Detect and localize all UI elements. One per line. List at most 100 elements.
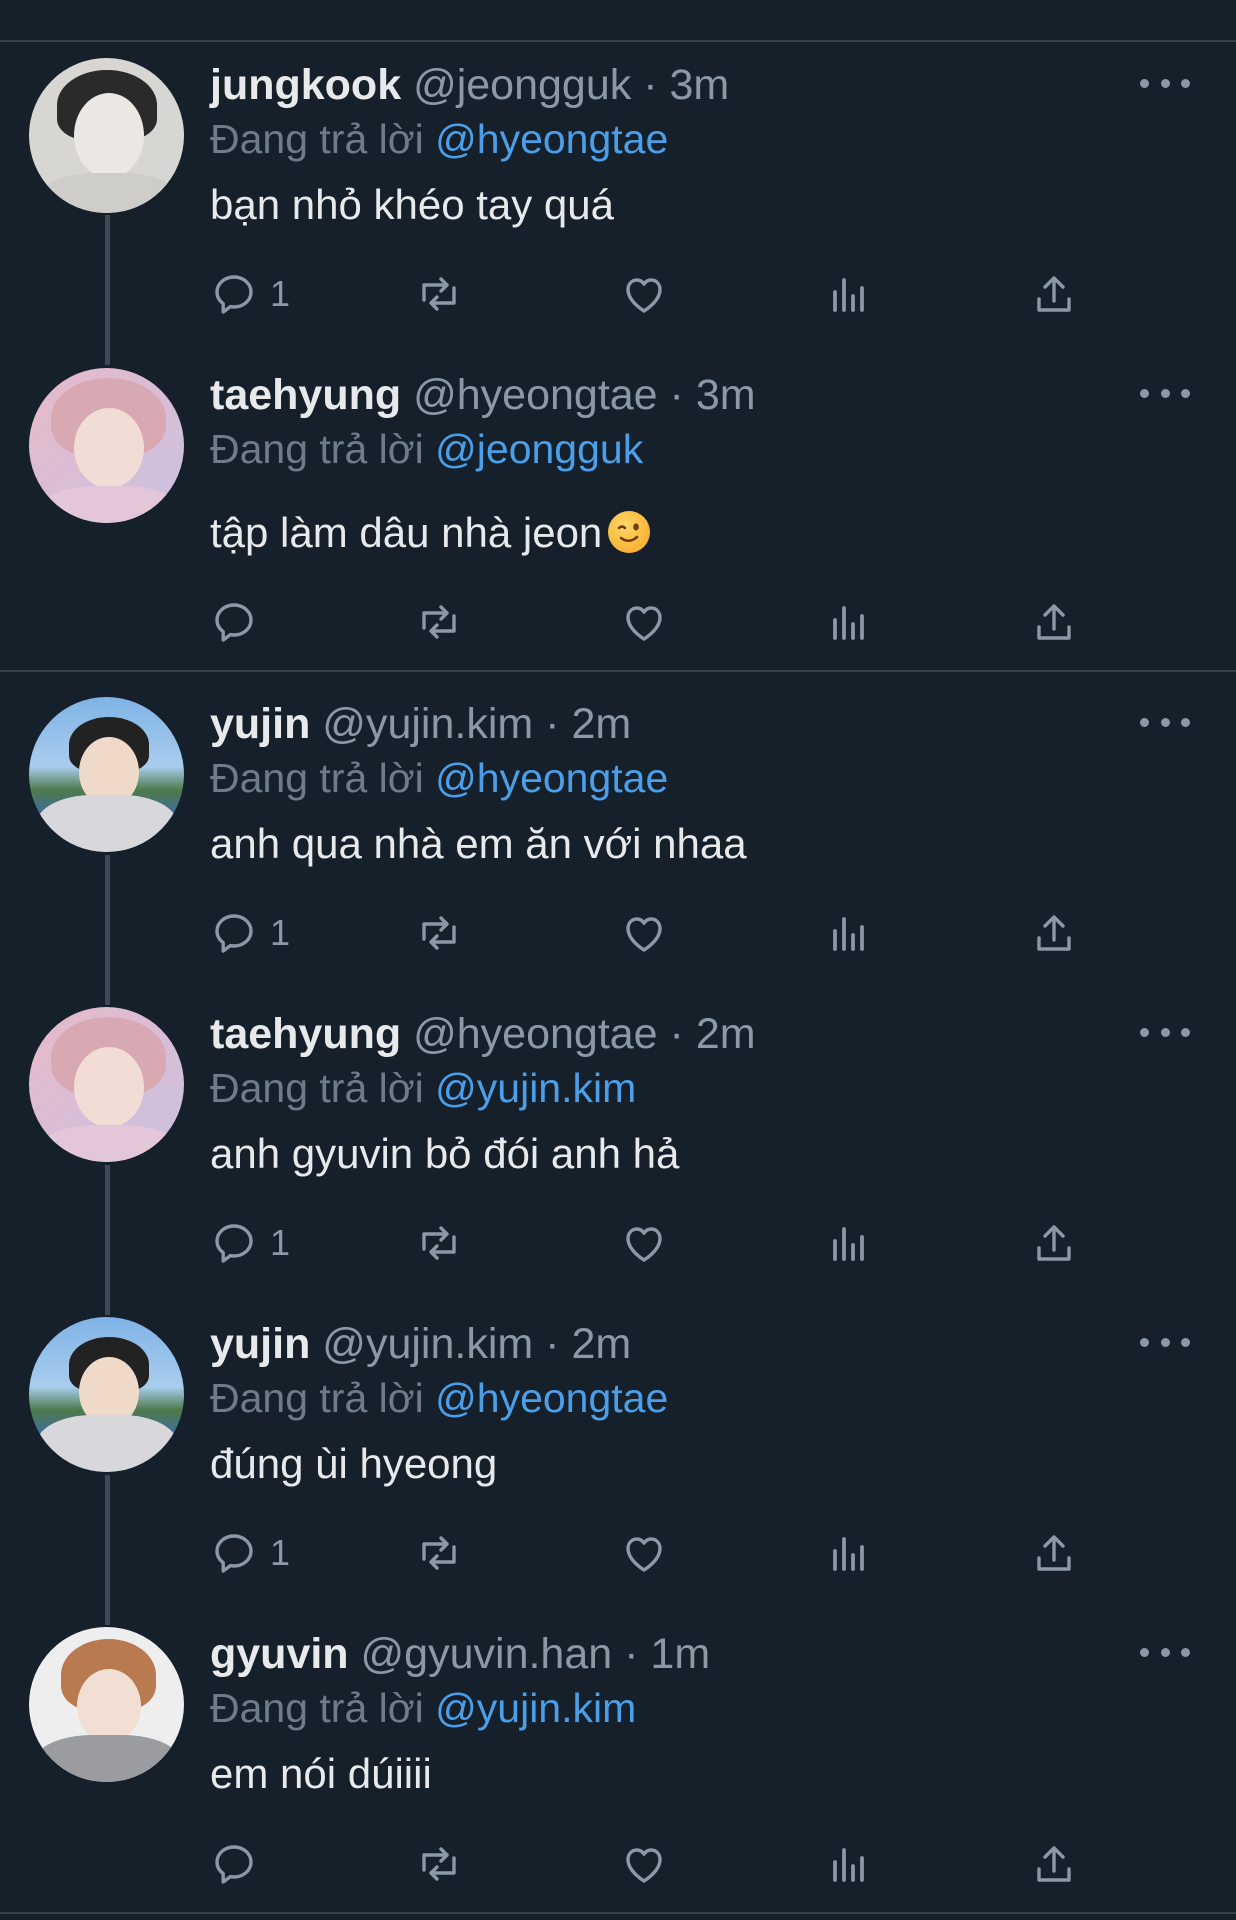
analytics-icon xyxy=(833,1227,864,1261)
mention-link[interactable]: @yujin.kim xyxy=(435,1065,636,1111)
mention-link[interactable]: @hyeongtae xyxy=(435,1375,668,1421)
username[interactable]: @yujin.kim xyxy=(322,1320,533,1368)
username[interactable]: @jeongguk xyxy=(413,61,631,109)
display-name[interactable]: taehyung xyxy=(210,1010,401,1058)
share-icon xyxy=(1037,604,1071,640)
display-name[interactable]: taehyung xyxy=(210,371,401,419)
avatar[interactable] xyxy=(29,697,184,852)
share-button[interactable] xyxy=(1030,1213,1078,1273)
views-button[interactable] xyxy=(825,1834,873,1894)
mention-link[interactable]: @hyeongtae xyxy=(435,755,668,801)
like-button[interactable] xyxy=(620,903,668,963)
more-options-button[interactable] xyxy=(1140,1007,1190,1057)
avatar[interactable] xyxy=(29,1007,184,1162)
more-dot-icon xyxy=(1181,78,1190,88)
reply-count: 1 xyxy=(270,273,291,314)
replying-to-label: Đang trả lời xyxy=(210,426,424,472)
analytics-icon xyxy=(833,606,864,640)
share-button[interactable] xyxy=(1030,592,1078,652)
timestamp[interactable]: 2m xyxy=(696,1010,756,1058)
avatar[interactable] xyxy=(29,368,184,523)
retweet-button[interactable] xyxy=(415,1523,463,1583)
display-name[interactable]: gyuvin xyxy=(210,1630,349,1678)
reply-button[interactable]: 1 xyxy=(210,903,290,963)
timestamp[interactable]: 2m xyxy=(571,1320,631,1368)
tweet-actions: 1 xyxy=(210,1523,1110,1583)
retweet-icon xyxy=(422,916,456,950)
retweet-button[interactable] xyxy=(415,592,463,652)
share-button[interactable] xyxy=(1030,264,1078,324)
more-dot-icon xyxy=(1140,78,1149,88)
like-button[interactable] xyxy=(620,1523,668,1583)
share-button[interactable] xyxy=(1030,1834,1078,1894)
avatar[interactable] xyxy=(29,1317,184,1472)
share-icon xyxy=(1037,1535,1071,1571)
more-options-button[interactable] xyxy=(1140,368,1190,418)
tweet-text: anh qua nhà em ăn với nhaa xyxy=(210,820,747,867)
more-dot-icon xyxy=(1181,717,1190,727)
avatar[interactable] xyxy=(29,58,184,213)
username[interactable]: @hyeongtae xyxy=(413,371,658,419)
reply-button[interactable] xyxy=(210,1834,270,1894)
reply-button[interactable]: 1 xyxy=(210,1523,290,1583)
reply-button[interactable]: 1 xyxy=(210,1213,290,1273)
retweet-button[interactable] xyxy=(415,903,463,963)
more-dot-icon xyxy=(1181,388,1190,398)
more-dot-icon xyxy=(1181,1647,1190,1657)
timestamp[interactable]: 2m xyxy=(571,700,631,748)
views-button[interactable] xyxy=(825,1523,873,1583)
username[interactable]: @gyuvin.han xyxy=(361,1630,613,1678)
mention-link[interactable]: @yujin.kim xyxy=(435,1685,636,1731)
tweet-header: jungkook @jeongguk · 3m xyxy=(210,60,729,110)
timestamp[interactable]: 1m xyxy=(650,1630,710,1678)
views-button[interactable] xyxy=(825,1213,873,1273)
more-dot-icon xyxy=(1160,1027,1170,1037)
reply-button[interactable]: 1 xyxy=(210,264,290,324)
more-dot-icon xyxy=(1160,388,1170,398)
mention-link[interactable]: @hyeongtae xyxy=(435,116,668,162)
tweet-text: bạn nhỏ khéo tay quá xyxy=(210,181,615,228)
replying-to: Đang trả lời @yujin.kim xyxy=(210,1063,636,1113)
username[interactable]: @hyeongtae xyxy=(413,1010,658,1058)
avatar[interactable] xyxy=(29,1627,184,1782)
tweet-actions: 1 xyxy=(210,1213,1110,1273)
share-button[interactable] xyxy=(1030,1523,1078,1583)
more-dot-icon xyxy=(1140,717,1149,727)
timestamp[interactable]: 3m xyxy=(670,61,730,109)
retweet-button[interactable] xyxy=(415,1213,463,1273)
retweet-button[interactable] xyxy=(415,1834,463,1894)
reply-count: 1 xyxy=(270,1222,291,1263)
analytics-icon xyxy=(833,917,864,951)
like-button[interactable] xyxy=(620,592,668,652)
separator-dot: · xyxy=(545,1320,560,1368)
reply-icon xyxy=(215,275,253,314)
views-button[interactable] xyxy=(825,592,873,652)
retweet-icon xyxy=(422,1536,456,1570)
retweet-button[interactable] xyxy=(415,264,463,324)
replying-to-label: Đang trả lời xyxy=(210,1065,424,1111)
mention-link[interactable]: @jeongguk xyxy=(435,426,643,472)
reply-button[interactable] xyxy=(210,592,270,652)
heart-icon xyxy=(626,278,662,313)
display-name[interactable]: yujin xyxy=(210,1320,310,1368)
username[interactable]: @yujin.kim xyxy=(322,700,533,748)
like-button[interactable] xyxy=(620,1213,668,1273)
like-button[interactable] xyxy=(620,1834,668,1894)
reply-icon xyxy=(215,603,253,642)
reply-count: 1 xyxy=(270,912,291,953)
views-button[interactable] xyxy=(825,903,873,963)
more-options-button[interactable] xyxy=(1140,58,1190,108)
display-name[interactable]: yujin xyxy=(210,700,310,748)
views-button[interactable] xyxy=(825,264,873,324)
more-dot-icon xyxy=(1181,1337,1190,1347)
replying-to: Đang trả lời @hyeongtae xyxy=(210,753,668,803)
timestamp[interactable]: 3m xyxy=(696,371,756,419)
share-button[interactable] xyxy=(1030,903,1078,963)
display-name[interactable]: jungkook xyxy=(210,61,401,109)
more-options-button[interactable] xyxy=(1140,697,1190,747)
like-button[interactable] xyxy=(620,264,668,324)
analytics-icon xyxy=(833,1848,864,1882)
winking-face-emoji-icon xyxy=(608,511,651,553)
more-options-button[interactable] xyxy=(1140,1627,1190,1677)
more-options-button[interactable] xyxy=(1140,1317,1190,1367)
